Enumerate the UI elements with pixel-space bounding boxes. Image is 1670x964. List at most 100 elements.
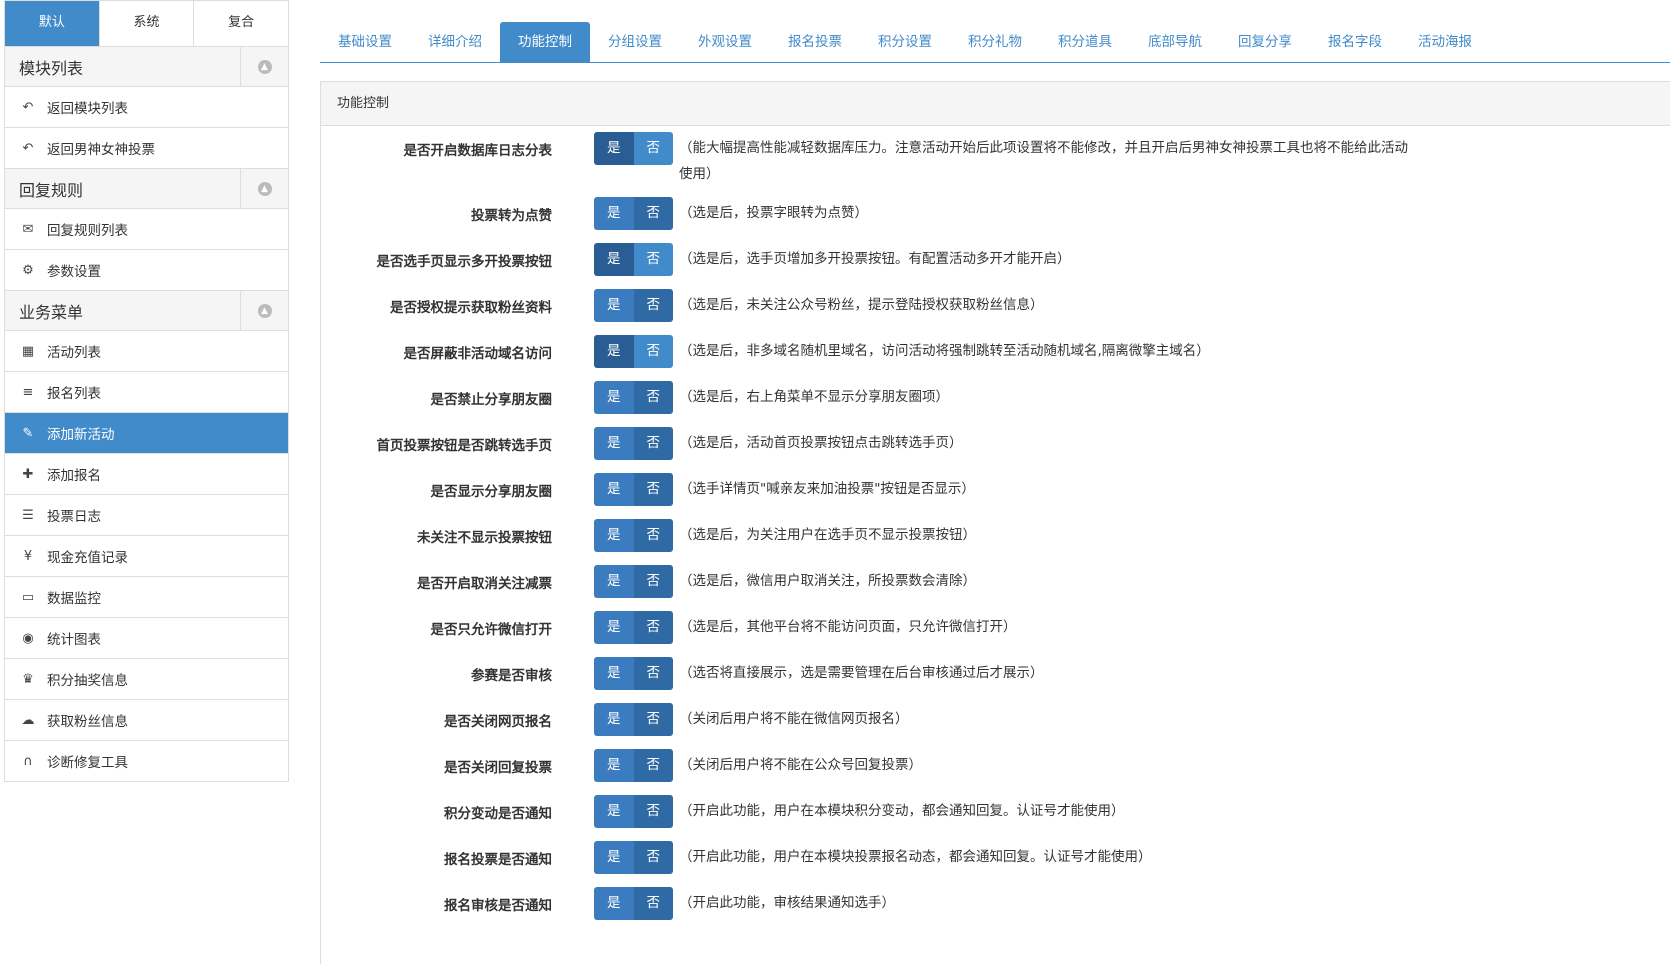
sidebar-item-back-modules[interactable]: ↶ 返回模块列表 [5, 86, 288, 127]
chevron-up-icon: ▲ [257, 303, 272, 318]
no-button[interactable]: 否 [633, 703, 673, 736]
no-button[interactable]: 否 [633, 427, 673, 460]
group-title: 回复规则 [19, 180, 84, 200]
setting-description: （选手详情页"喊亲友来加油投票"按钮是否显示） [679, 481, 975, 497]
sidebar-item-reply-rules[interactable]: ✉ 回复规则列表 [5, 208, 288, 249]
no-button[interactable]: 否 [633, 841, 673, 874]
no-button[interactable]: 否 [633, 289, 673, 322]
yes-no-toggle: 是否 [594, 703, 673, 736]
no-button[interactable]: 否 [633, 611, 673, 644]
tab-bottom-nav[interactable]: 底部导航 [1130, 22, 1220, 62]
sidebar-item-add-signup[interactable]: ✚ 添加报名 [5, 453, 288, 494]
no-button[interactable]: 否 [633, 749, 673, 782]
sidebar-item-back-vote[interactable]: ↶ 返回男神女神投票 [5, 127, 288, 168]
panel-title: 功能控制 [321, 82, 1670, 126]
yes-button[interactable]: 是 [594, 565, 634, 598]
tab-points-gift[interactable]: 积分礼物 [950, 22, 1040, 62]
yes-button[interactable]: 是 [594, 795, 634, 828]
no-button[interactable]: 否 [633, 243, 673, 276]
yes-button[interactable]: 是 [594, 381, 634, 414]
tab-points[interactable]: 积分设置 [860, 22, 950, 62]
tab-points-props[interactable]: 积分道具 [1040, 22, 1130, 62]
yes-no-toggle: 是否 [594, 427, 673, 460]
sidebar-item-signup-list[interactable]: ≡ 报名列表 [5, 371, 288, 412]
calendar-icon: ▦ [21, 343, 35, 359]
setting-description: （开启此功能，用户在本模块投票报名动态，都会通知回复。认证号才能使用） [679, 849, 1152, 865]
sidebar-item-vote-log[interactable]: ☰ 投票日志 [5, 494, 288, 535]
group-head-reply-rules[interactable]: 回复规则 ▲ [5, 168, 288, 208]
yes-button[interactable]: 是 [594, 749, 634, 782]
setting-description: （选是后，非多域名随机里域名，访问活动将强制跳转至活动随机域名,隔离微擎主域名） [679, 343, 1210, 359]
no-button[interactable]: 否 [633, 473, 673, 506]
sidebar-tab-composite[interactable]: 复合 [194, 1, 289, 46]
tab-poster[interactable]: 活动海报 [1400, 22, 1490, 62]
sidebar-tab-default[interactable]: 默认 [5, 1, 100, 46]
no-button[interactable]: 否 [633, 132, 673, 165]
tab-function-control[interactable]: 功能控制 [500, 22, 590, 62]
yes-button[interactable]: 是 [594, 703, 634, 736]
no-button[interactable]: 否 [633, 519, 673, 552]
tab-group[interactable]: 分组设置 [590, 22, 680, 62]
sidebar-item-label: 投票日志 [47, 509, 101, 525]
sidebar-item-label: 积分抽奖信息 [47, 673, 128, 689]
sidebar-item-settings[interactable]: ⚙ 参数设置 [5, 249, 288, 290]
yes-button[interactable]: 是 [594, 197, 634, 230]
yes-no-toggle: 是否 [594, 335, 673, 368]
tab-signup-fields[interactable]: 报名字段 [1310, 22, 1400, 62]
tab-reply-share[interactable]: 回复分享 [1220, 22, 1310, 62]
setting-description: （选否将直接展示，选是需要管理在后台审核通过后才展示） [679, 665, 1044, 681]
yes-no-toggle: 是否 [594, 887, 673, 920]
sidebar-item-fans[interactable]: ☁ 获取粉丝信息 [5, 699, 288, 740]
collapse-toggle[interactable]: ▲ [240, 291, 288, 330]
yes-no-toggle: 是否 [594, 795, 673, 828]
sidebar-item-label: 返回男神女神投票 [47, 142, 155, 158]
tab-appearance[interactable]: 外观设置 [680, 22, 770, 62]
collapse-toggle[interactable]: ▲ [240, 47, 288, 86]
sidebar-item-monitor[interactable]: ▭ 数据监控 [5, 576, 288, 617]
setting-description: （选是后，微信用户取消关注，所投票数会清除） [679, 573, 976, 589]
yes-button[interactable]: 是 [594, 887, 634, 920]
no-button[interactable]: 否 [633, 657, 673, 690]
yes-button[interactable]: 是 [594, 289, 634, 322]
yes-button[interactable]: 是 [594, 657, 634, 690]
collapse-toggle[interactable]: ▲ [240, 169, 288, 208]
top-tabs: 基础设置 详细介绍 功能控制 分组设置 外观设置 报名投票 积分设置 积分礼物 … [320, 22, 1670, 63]
sidebar-item-label: 活动列表 [47, 345, 101, 361]
sidebar-item-label: 添加新活动 [47, 427, 115, 443]
group-head-modules[interactable]: 模块列表 ▲ [5, 46, 288, 86]
sidebar-item-label: 获取粉丝信息 [47, 714, 128, 730]
yes-no-toggle: 是否 [594, 749, 673, 782]
yes-button[interactable]: 是 [594, 519, 634, 552]
plus-icon: ✚ [22, 466, 34, 482]
sidebar-tabs: 默认 系统 复合 [5, 0, 289, 46]
yes-no-toggle: 是否 [594, 657, 673, 690]
yes-button[interactable]: 是 [594, 335, 634, 368]
group-head-business[interactable]: 业务菜单 ▲ [5, 290, 288, 330]
setting-label: 是否关闭网页报名 [444, 714, 552, 730]
yes-button[interactable]: 是 [594, 473, 634, 506]
group-title: 模块列表 [19, 58, 84, 78]
yes-button[interactable]: 是 [594, 132, 634, 165]
tab-basic[interactable]: 基础设置 [320, 22, 410, 62]
sidebar-item-cash-records[interactable]: ¥ 现金充值记录 [5, 535, 288, 576]
yes-button[interactable]: 是 [594, 243, 634, 276]
yes-button[interactable]: 是 [594, 841, 634, 874]
sidebar-item-add-activity[interactable]: ✎ 添加新活动 [5, 412, 288, 453]
yes-no-toggle: 是否 [594, 289, 673, 322]
no-button[interactable]: 否 [633, 381, 673, 414]
tab-detail[interactable]: 详细介绍 [410, 22, 500, 62]
no-button[interactable]: 否 [633, 565, 673, 598]
no-button[interactable]: 否 [633, 197, 673, 230]
no-button[interactable]: 否 [633, 795, 673, 828]
no-button[interactable]: 否 [633, 335, 673, 368]
sidebar-item-lottery[interactable]: ♛ 积分抽奖信息 [5, 658, 288, 699]
reply-icon: ↶ [22, 99, 34, 115]
tab-signup-vote[interactable]: 报名投票 [770, 22, 860, 62]
sidebar-item-repair[interactable]: ∩ 诊断修复工具 [5, 740, 288, 781]
yes-button[interactable]: 是 [594, 611, 634, 644]
sidebar-tab-system[interactable]: 系统 [99, 1, 195, 46]
sidebar-item-activity-list[interactable]: ▦ 活动列表 [5, 330, 288, 371]
yes-button[interactable]: 是 [594, 427, 634, 460]
no-button[interactable]: 否 [633, 887, 673, 920]
sidebar-item-stats[interactable]: ◉ 统计图表 [5, 617, 288, 658]
